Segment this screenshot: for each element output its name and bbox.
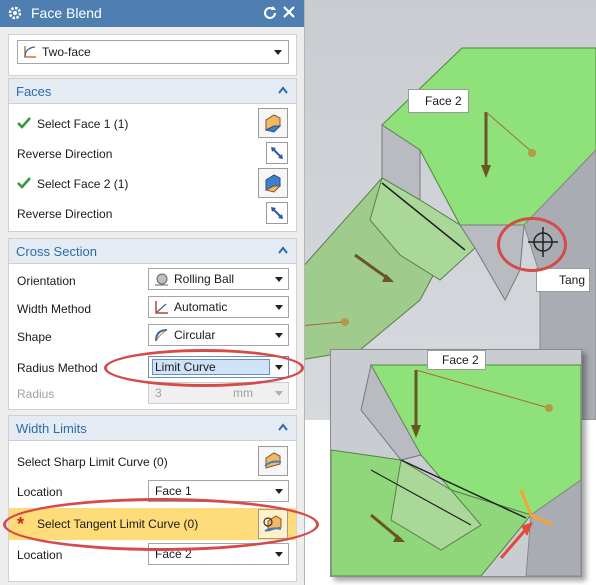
reverse-direction-icon — [271, 207, 283, 219]
face2-anchor — [528, 149, 536, 157]
width-method-dropdown[interactable]: Automatic — [148, 296, 289, 318]
faces-section-header[interactable]: Faces — [8, 78, 297, 104]
select-face1-button[interactable] — [258, 108, 288, 138]
gear-icon[interactable] — [7, 5, 23, 21]
chevron-up-icon — [278, 246, 288, 254]
sharp-limit-curve-label: Select Sharp Limit Curve (0) — [17, 455, 168, 469]
curve-select-icon — [264, 452, 282, 469]
face-select-icon — [264, 174, 282, 193]
chevron-down-icon — [274, 50, 282, 55]
inset-face2-tag: Face 2 — [427, 350, 486, 370]
face-blend-dialog: Face Blend Two-face Faces Select Face 1 … — [0, 0, 319, 585]
circular-shape-icon — [155, 329, 168, 342]
tangent-tag: Tang — [536, 268, 591, 292]
chevron-down-icon — [275, 305, 283, 310]
faces-section-title: Faces — [16, 84, 52, 99]
close-icon[interactable] — [282, 5, 296, 19]
type-card: Two-face — [8, 34, 297, 76]
reverse-direction-1-label: Reverse Direction — [17, 147, 113, 161]
type-dropdown[interactable]: Two-face — [17, 40, 289, 64]
select-face2-label: Select Face 2 (1) — [37, 177, 129, 191]
reverse-direction-1-button[interactable] — [266, 142, 288, 164]
shape-dropdown[interactable]: Circular — [148, 324, 289, 346]
face-select-icon — [264, 114, 282, 133]
title-bar: Face Blend — [0, 0, 304, 27]
chevron-up-icon — [278, 423, 288, 431]
location-2-label: Location — [17, 548, 63, 562]
automatic-width-icon — [155, 301, 168, 314]
cross-section-title: Cross Section — [16, 244, 97, 259]
annotation-ellipse-viewport — [497, 217, 567, 272]
width-limits-title: Width Limits — [16, 421, 87, 436]
orientation-label: Orientation — [17, 274, 76, 288]
width-limits-header[interactable]: Width Limits — [8, 415, 297, 441]
select-face2-button[interactable] — [258, 168, 288, 198]
shape-label: Shape — [17, 330, 52, 344]
zoom-inset: Face 2 — [330, 349, 582, 577]
select-face1-label: Select Face 1 (1) — [37, 117, 129, 131]
orientation-dropdown[interactable]: Rolling Ball — [148, 268, 289, 290]
width-method-label: Width Method — [17, 302, 92, 316]
annotation-ellipse-radius-method — [104, 349, 304, 387]
two-face-blend-icon — [24, 46, 36, 58]
location-1-label: Location — [17, 485, 63, 499]
chevron-down-icon — [275, 391, 283, 396]
reset-icon[interactable] — [262, 5, 278, 21]
dialog-title: Face Blend — [31, 5, 102, 21]
reverse-direction-icon — [271, 147, 283, 159]
annotation-ellipse-tangent-limit — [3, 498, 319, 551]
chevron-down-icon — [275, 552, 283, 557]
chevron-up-icon — [278, 86, 288, 94]
radius-label: Radius — [17, 387, 55, 401]
radius-method-label: Radius Method — [17, 361, 98, 375]
type-value: Two-face — [42, 45, 91, 59]
check-icon — [17, 117, 31, 129]
face1-anchor — [341, 318, 349, 326]
select-sharp-curve-button[interactable] — [258, 446, 288, 476]
cross-section-header[interactable]: Cross Section — [8, 238, 297, 264]
check-icon — [17, 177, 31, 189]
chevron-down-icon — [275, 277, 283, 282]
reverse-direction-2-button[interactable] — [266, 202, 288, 224]
inset-model-view — [331, 363, 581, 576]
chevron-down-icon — [275, 333, 283, 338]
face2-tag: Face 2 — [408, 89, 469, 113]
reverse-direction-2-label: Reverse Direction — [17, 207, 113, 221]
rolling-ball-icon — [155, 273, 168, 286]
chevron-down-icon — [275, 489, 283, 494]
radius-unit: mm — [233, 386, 253, 400]
